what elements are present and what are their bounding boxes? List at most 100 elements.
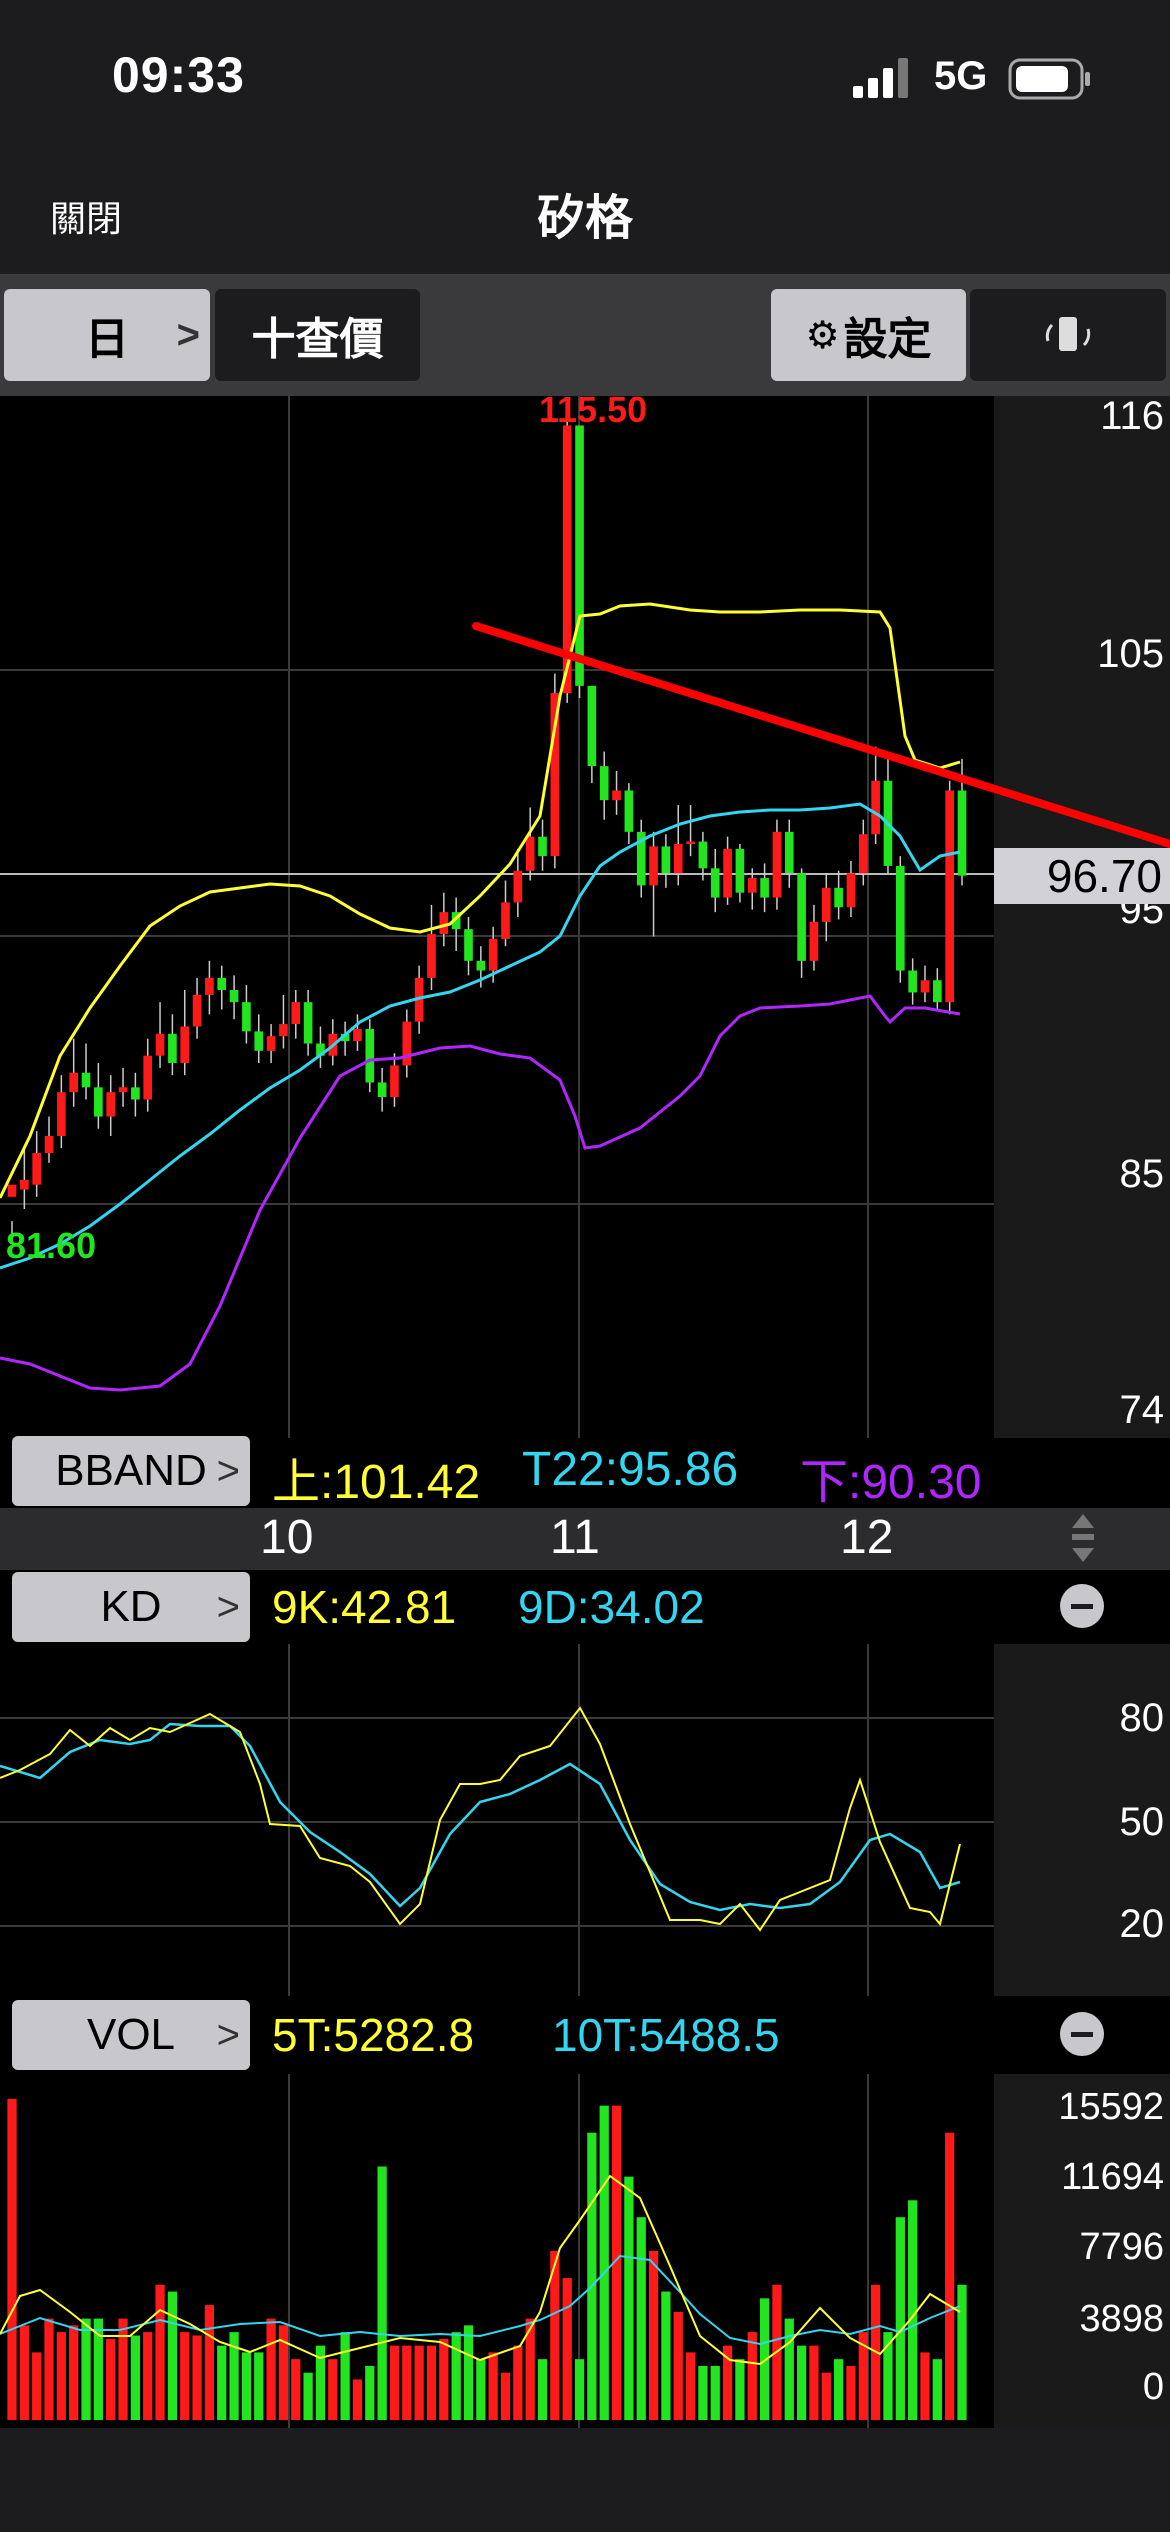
bband-mid-value: T22:95.86 bbox=[522, 1443, 739, 1496]
vol-y-tick: 7796 bbox=[1079, 2226, 1164, 2268]
volume-bar bbox=[7, 2098, 17, 2420]
candle-body bbox=[291, 1002, 301, 1025]
chevron-right-icon: > bbox=[216, 1448, 240, 1493]
x-axis-label: 10 bbox=[260, 1511, 314, 1564]
candle-body bbox=[266, 1036, 276, 1051]
candle-body bbox=[279, 1024, 288, 1037]
period-label: 日 bbox=[85, 315, 129, 364]
query-button[interactable]: 十查價 bbox=[215, 289, 420, 381]
bband-indicator-button[interactable]: BBAND > bbox=[12, 1436, 250, 1506]
kd-indicator-button[interactable]: KD > bbox=[12, 1572, 250, 1642]
volume-bar bbox=[155, 2284, 165, 2420]
volume-bar bbox=[254, 2352, 264, 2420]
trendline bbox=[472, 622, 1170, 848]
candle-body bbox=[217, 977, 227, 990]
volume-bar bbox=[747, 2332, 757, 2420]
candle-body bbox=[908, 970, 917, 993]
volume-bar bbox=[352, 2379, 363, 2420]
candle-body bbox=[772, 831, 782, 898]
candle-body bbox=[538, 836, 547, 857]
volume-bar bbox=[463, 2325, 474, 2420]
gear-icon: ⚙ bbox=[805, 314, 840, 357]
candle-body bbox=[649, 846, 658, 886]
volume-bar bbox=[784, 2318, 794, 2420]
volume-bar bbox=[476, 2359, 486, 2420]
candle-body bbox=[377, 1082, 387, 1098]
rotate-button[interactable] bbox=[970, 289, 1166, 381]
settings-button[interactable]: ⚙ 設定 bbox=[771, 289, 966, 381]
volume-bar bbox=[833, 2359, 844, 2420]
page-title: 矽格 bbox=[536, 192, 633, 245]
volume-bar bbox=[167, 2291, 178, 2420]
candle-body bbox=[390, 1065, 399, 1098]
volume-bar bbox=[821, 2372, 831, 2420]
vol-ma10-line bbox=[0, 2254, 961, 2346]
volume-bar bbox=[895, 2217, 905, 2420]
period-button[interactable]: 日 > bbox=[4, 289, 210, 381]
bottom-bar bbox=[0, 2428, 1170, 2532]
volume-chart[interactable] bbox=[0, 2074, 994, 2428]
vol-indicator-button[interactable]: VOL > bbox=[12, 2000, 250, 2070]
volume-bar bbox=[451, 2332, 461, 2420]
volume-bar bbox=[513, 2345, 523, 2420]
x-axis-label: 11 bbox=[550, 1511, 600, 1564]
chevron-right-icon: > bbox=[176, 312, 200, 357]
volume-bar bbox=[846, 2365, 856, 2420]
candle-body bbox=[784, 831, 794, 874]
candle-body bbox=[945, 790, 954, 1003]
volume-bar bbox=[574, 2359, 585, 2420]
candle-body bbox=[20, 1179, 29, 1190]
candle-body bbox=[168, 1033, 177, 1063]
remove-kd-button[interactable] bbox=[1060, 1584, 1104, 1628]
vol-axis-panel: 15592 11694 7796 3898 0 bbox=[994, 2074, 1170, 2428]
candle-body bbox=[624, 790, 634, 832]
candle-body bbox=[846, 873, 856, 908]
volume-bar bbox=[192, 2335, 202, 2420]
volume-bar bbox=[414, 2345, 424, 2420]
candle-body bbox=[834, 887, 843, 908]
bband-lower-value: 下:90.30 bbox=[800, 1456, 982, 1509]
volume-bar bbox=[217, 2345, 227, 2420]
price-grid bbox=[0, 396, 994, 1438]
drag-handle-icon[interactable] bbox=[1068, 1512, 1098, 1564]
low-price-label: 81.60 bbox=[6, 1225, 96, 1266]
candle-body bbox=[710, 868, 720, 898]
volume-bar bbox=[56, 2332, 66, 2420]
vol-y-tick: 11694 bbox=[1061, 2156, 1164, 2198]
candle-body bbox=[575, 425, 584, 686]
candle-body bbox=[797, 873, 806, 961]
remove-vol-button[interactable] bbox=[1060, 2012, 1104, 2056]
candle-body bbox=[205, 977, 214, 995]
volume-bar bbox=[537, 2359, 548, 2420]
candle-body bbox=[501, 902, 510, 939]
volume-bar bbox=[698, 2365, 708, 2420]
status-time: 09:33 bbox=[112, 47, 245, 103]
volume-bar bbox=[19, 2325, 29, 2420]
volume-bar bbox=[735, 2359, 745, 2420]
candle-body bbox=[7, 1184, 17, 1197]
candle-body bbox=[242, 1002, 251, 1032]
high-price-label: 115.50 bbox=[539, 396, 647, 430]
vol-y-tick: 0 bbox=[1142, 2366, 1164, 2408]
candle-body bbox=[303, 1002, 313, 1044]
kd-y-tick: 20 bbox=[1119, 1902, 1165, 1946]
candle-body bbox=[488, 938, 498, 971]
candle-body bbox=[871, 780, 880, 835]
bband-upper-line bbox=[0, 602, 961, 1199]
kd-y-tick: 80 bbox=[1119, 1696, 1165, 1740]
volume-bar bbox=[180, 2332, 190, 2420]
candle-body bbox=[587, 685, 597, 767]
x-axis-label: 12 bbox=[840, 1511, 894, 1564]
candle-body bbox=[192, 994, 202, 1027]
volume-bar bbox=[377, 2166, 387, 2420]
volume-bar bbox=[661, 2291, 671, 2420]
candle-body bbox=[439, 912, 449, 935]
volume-bar bbox=[44, 2318, 54, 2420]
vol-indicator-label: VOL bbox=[86, 2010, 176, 2059]
kd-chart[interactable] bbox=[0, 1644, 994, 1996]
price-chart[interactable]: 115.50 81.60 bbox=[0, 396, 1170, 1438]
candle-body bbox=[69, 1072, 79, 1093]
volume-bar bbox=[957, 2284, 967, 2420]
volume-bar bbox=[204, 2305, 215, 2420]
volume-bar bbox=[587, 2132, 597, 2420]
